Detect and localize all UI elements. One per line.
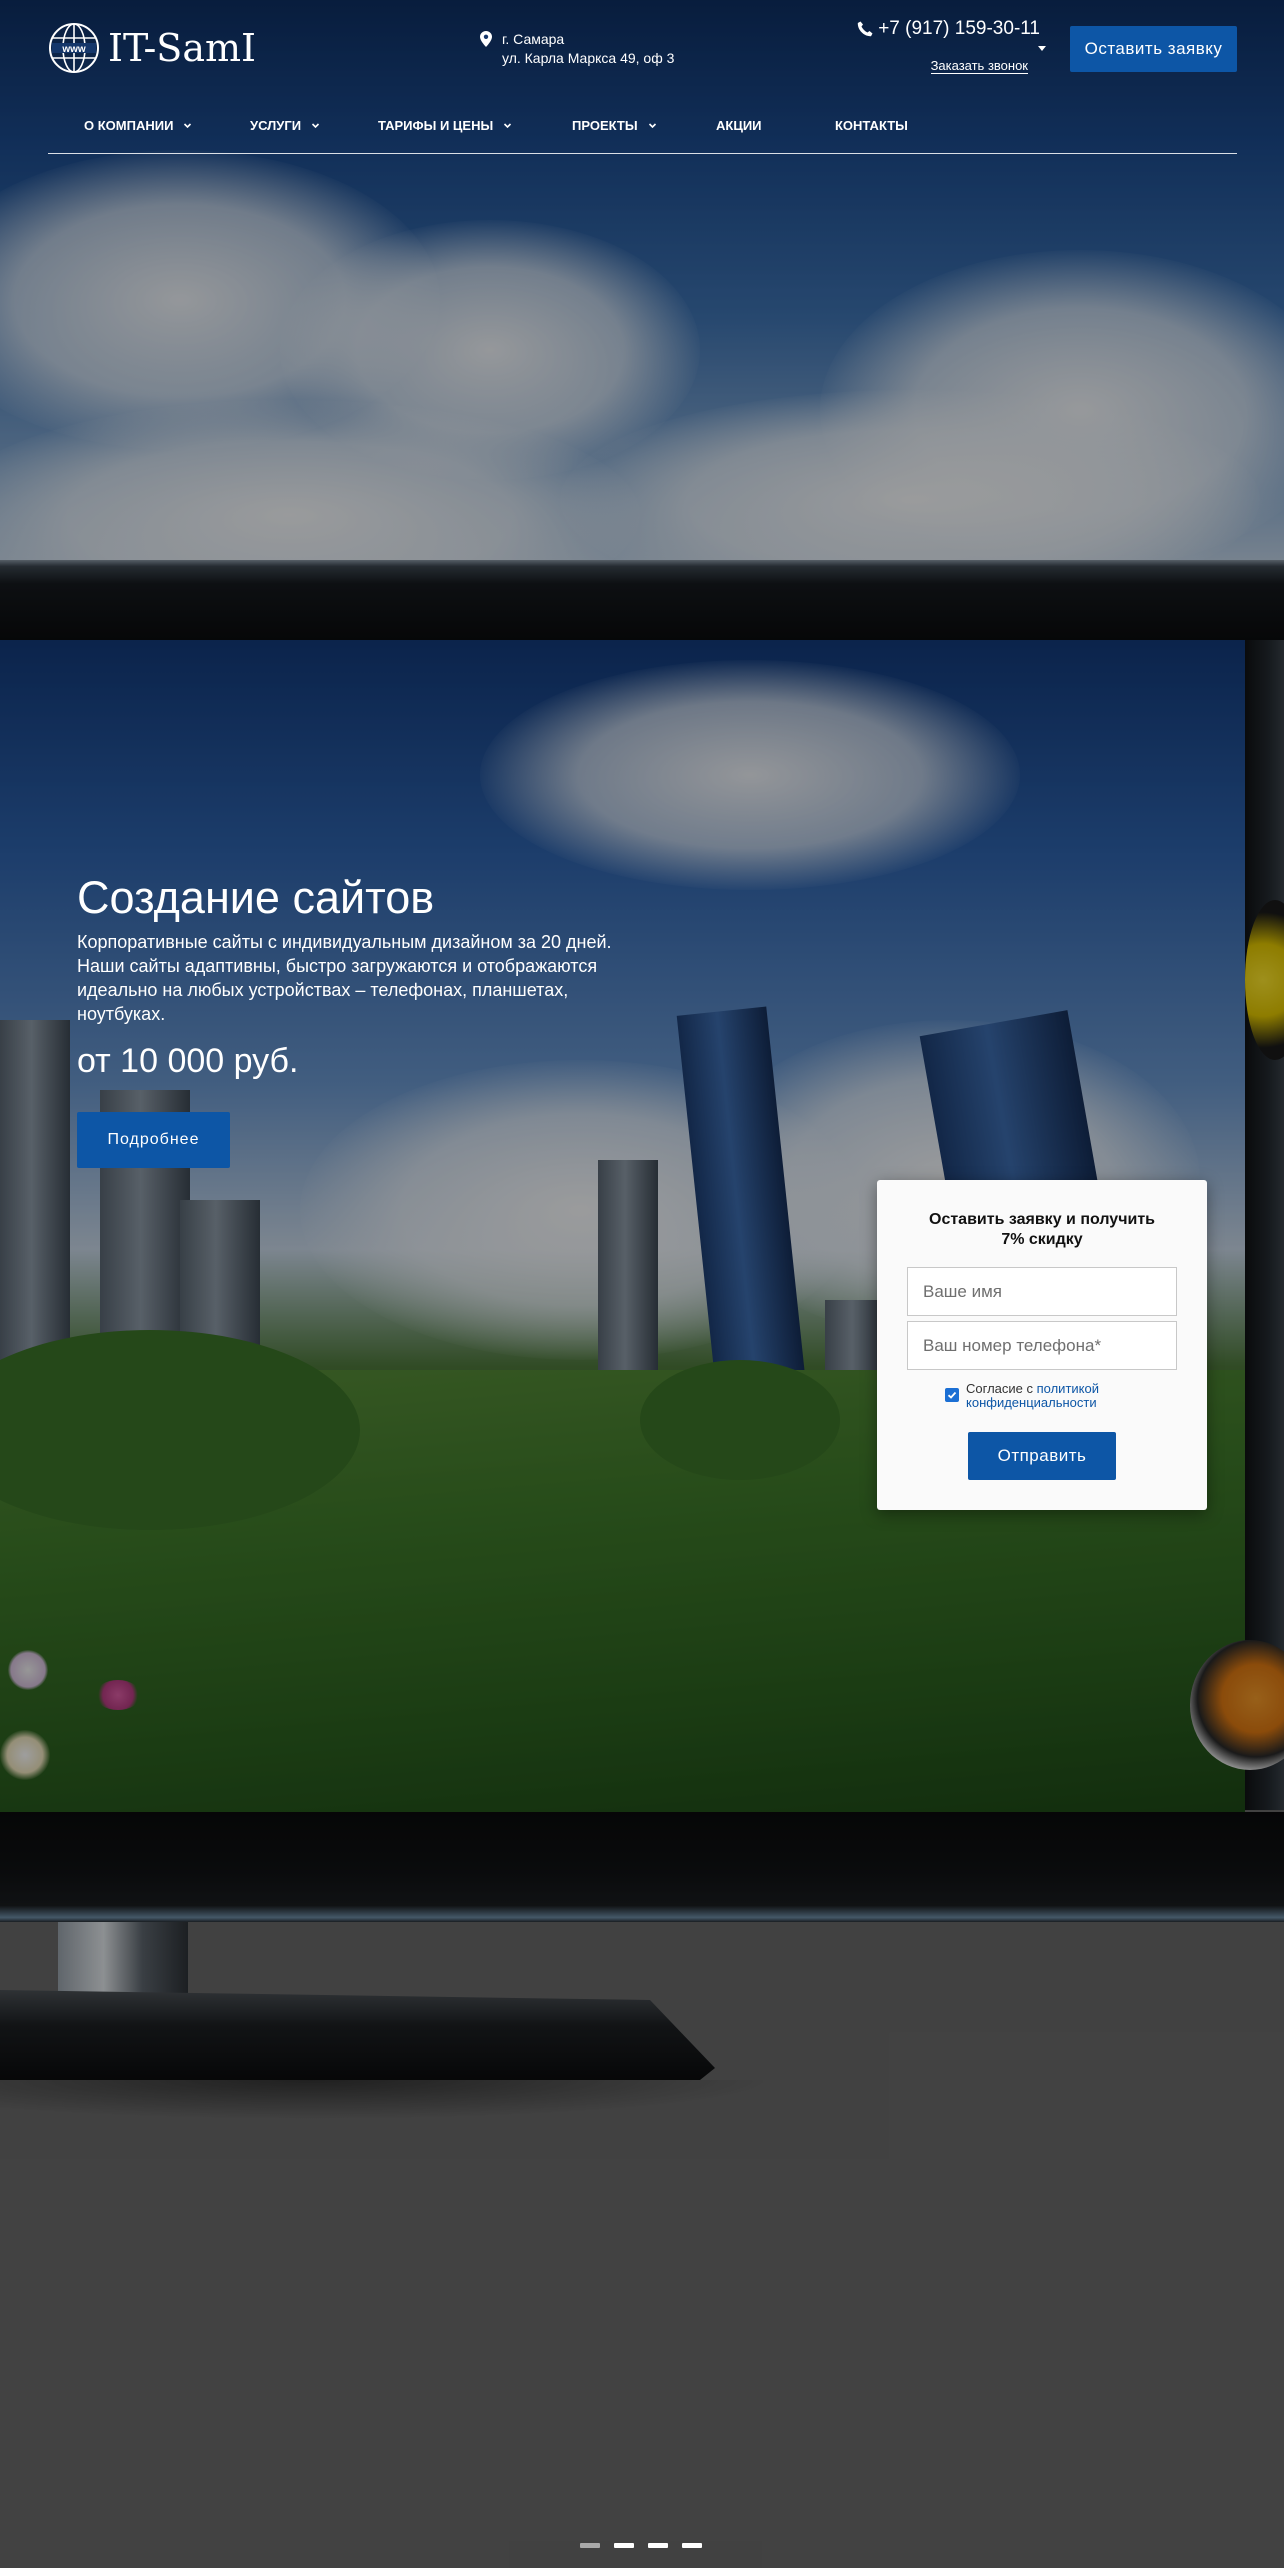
privacy-policy-link[interactable]: политикой <box>1037 1381 1099 1396</box>
chevron-down-icon <box>312 123 320 129</box>
privacy-policy-link-continued[interactable]: конфиденциальности <box>966 1396 1099 1410</box>
discount-request-form: Оставить заявку и получить 7% скидку Сог… <box>877 1180 1207 1510</box>
globe-icon: www <box>49 23 99 73</box>
chevron-down-icon <box>648 123 656 129</box>
address-block: г. Самара ул. Карла Маркса 49, оф 3 <box>480 30 674 68</box>
nav-item-contacts[interactable]: Контакты <box>835 118 908 133</box>
phone-icon <box>857 21 873 37</box>
consent-checkbox[interactable] <box>945 1388 959 1402</box>
hero-price: от 10 000 руб. <box>77 1042 299 1080</box>
slider-pagination <box>580 2543 716 2548</box>
submit-request-button[interactable]: Оставить заявку <box>1070 26 1237 72</box>
phone-block: +7 (917) 159-30-11 Заказать звонок <box>850 18 1046 75</box>
address-city: г. Самара <box>502 31 565 47</box>
caret-down-icon[interactable] <box>1038 46 1046 51</box>
more-details-button[interactable]: Подробнее <box>77 1112 230 1168</box>
checkmark-icon <box>947 1391 957 1399</box>
nav-item-label: Контакты <box>835 118 908 133</box>
slide-indicator-2[interactable] <box>614 2543 634 2548</box>
chevron-down-icon <box>504 123 512 129</box>
hero-description: Корпоративные сайты с индивидуальным диз… <box>77 932 612 1024</box>
site-logo[interactable]: www IT-SamI <box>48 22 256 74</box>
phone-number[interactable]: +7 (917) 159-30-11 <box>850 18 1040 40</box>
main-nav: О компании Услуги Тарифы и цены Проекты … <box>48 104 1237 154</box>
slide-indicator-3[interactable] <box>648 2543 668 2548</box>
logo-www-text: www <box>61 44 86 55</box>
name-input[interactable] <box>907 1267 1177 1316</box>
nav-item-promotions[interactable]: Акции <box>716 118 762 133</box>
consent-row: Согласие с политикой конфиденциальности <box>945 1382 1099 1410</box>
form-submit-button[interactable]: Отправить <box>968 1432 1116 1480</box>
nav-item-label: Акции <box>716 118 762 133</box>
address-street: ул. Карла Маркса 49, оф 3 <box>502 50 675 66</box>
slide-indicator-1[interactable] <box>580 2543 600 2548</box>
consent-text: Согласие с <box>966 1381 1037 1396</box>
nav-item-about[interactable]: О компании <box>84 118 192 133</box>
nav-item-label: Проекты <box>572 118 638 133</box>
brand-name: IT-SamI <box>108 26 257 70</box>
nav-item-services[interactable]: Услуги <box>250 118 320 133</box>
hero-title: Создание сайтов <box>77 872 435 923</box>
nav-item-label: Услуги <box>250 118 302 133</box>
phone-input[interactable] <box>907 1321 1177 1370</box>
slide-indicator-4[interactable] <box>682 2543 702 2548</box>
chevron-down-icon <box>184 123 192 129</box>
nav-item-pricing[interactable]: Тарифы и цены <box>378 118 512 133</box>
map-pin-icon <box>480 31 492 47</box>
nav-item-projects[interactable]: Проекты <box>572 118 657 133</box>
callback-link[interactable]: Заказать звонок <box>930 58 1028 74</box>
form-title: Оставить заявку и получить 7% скидку <box>929 1211 1155 1248</box>
nav-item-label: Тарифы и цены <box>378 118 494 133</box>
phone-text: +7 (917) 159-30-11 <box>878 18 1040 39</box>
nav-item-label: О компании <box>84 118 174 133</box>
